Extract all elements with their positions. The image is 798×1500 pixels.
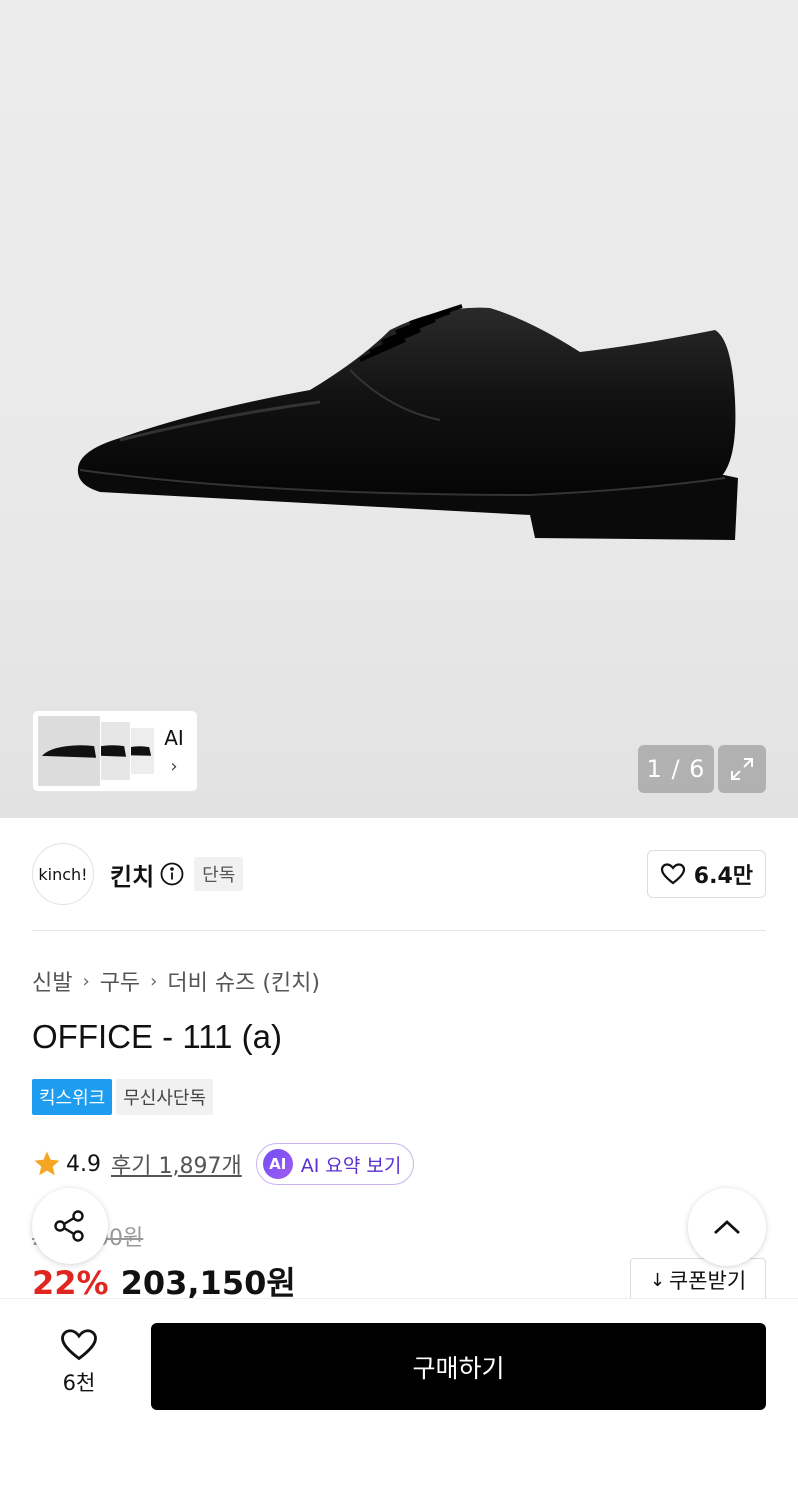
download-icon: ↓	[649, 1269, 665, 1291]
badge-kicks-week: 킥스위크	[32, 1079, 113, 1115]
thumbnail-stack	[37, 715, 155, 787]
ai-badge-icon: AI	[262, 1149, 293, 1179]
breadcrumb: 신발 › 구두 › 더비 슈즈 (킨치)	[32, 965, 320, 997]
ai-summary-label: AI 요약 보기	[300, 1154, 402, 1177]
chevron-right-icon: ›	[82, 970, 90, 992]
thumbnail	[37, 715, 101, 787]
divider	[32, 930, 766, 931]
breadcrumb-item[interactable]: 구두	[100, 965, 140, 997]
breadcrumb-item[interactable]: 더비 슈즈 (킨치)	[167, 965, 320, 997]
brand-name[interactable]: 킨치	[110, 857, 154, 892]
brand-logo[interactable]: kinch!	[32, 843, 94, 905]
rating-row: 4.9 후기 1,897개 AI AI 요약 보기	[32, 1142, 415, 1186]
chevron-right-icon: ›	[170, 755, 178, 777]
breadcrumb-item[interactable]: 신발	[32, 965, 72, 997]
rating-value: 4.9	[66, 1151, 101, 1177]
share-icon	[54, 1210, 84, 1242]
thumbnail-ai-label: AI ›	[155, 726, 193, 777]
heart-icon	[660, 863, 685, 885]
scroll-top-button[interactable]	[688, 1188, 766, 1266]
buy-button[interactable]: 구매하기	[151, 1323, 766, 1410]
brand-like-count: 6.4만	[693, 864, 753, 889]
product-title: OFFICE - 111 (a)	[32, 1018, 282, 1055]
ai-thumbnail-preview[interactable]: AI ›	[32, 710, 198, 792]
badge-musinsa-exclusive: 무신사단독	[116, 1079, 214, 1115]
ai-label: AI	[164, 725, 184, 750]
heart-icon	[61, 1329, 97, 1361]
exclusive-tag: 단독	[194, 857, 244, 891]
image-counter: 1 / 6	[638, 745, 714, 793]
brand-row: kinch! 킨치 단독 6.4만	[32, 842, 766, 906]
brand-like-button[interactable]: 6.4만	[646, 850, 766, 898]
chevron-right-icon: ›	[150, 970, 158, 992]
review-link[interactable]: 후기 1,897개	[111, 1148, 242, 1180]
brand-logo-text: kinch!	[38, 864, 88, 884]
ai-summary-button[interactable]: AI AI 요약 보기	[255, 1143, 415, 1185]
chevron-up-icon	[714, 1220, 740, 1235]
product-badges: 킥스위크 무신사단독	[32, 1079, 217, 1115]
share-button[interactable]	[32, 1188, 108, 1264]
product-like-count: 6천	[62, 1371, 96, 1395]
coupon-label: 쿠폰받기	[668, 1269, 747, 1293]
coupon-button[interactable]: ↓ 쿠폰받기	[630, 1258, 766, 1302]
star-icon	[34, 1151, 60, 1176]
product-like-button[interactable]: 6천	[40, 1327, 118, 1397]
product-image-gallery[interactable]: AI › 1 / 6	[0, 0, 798, 818]
discount-rate: 22%	[32, 1264, 109, 1302]
bottom-action-bar: 6천 구매하기	[0, 1298, 798, 1500]
expand-button[interactable]	[718, 745, 766, 793]
product-image-shoe	[77, 304, 739, 540]
expand-icon	[731, 758, 753, 780]
info-icon[interactable]	[160, 862, 184, 886]
